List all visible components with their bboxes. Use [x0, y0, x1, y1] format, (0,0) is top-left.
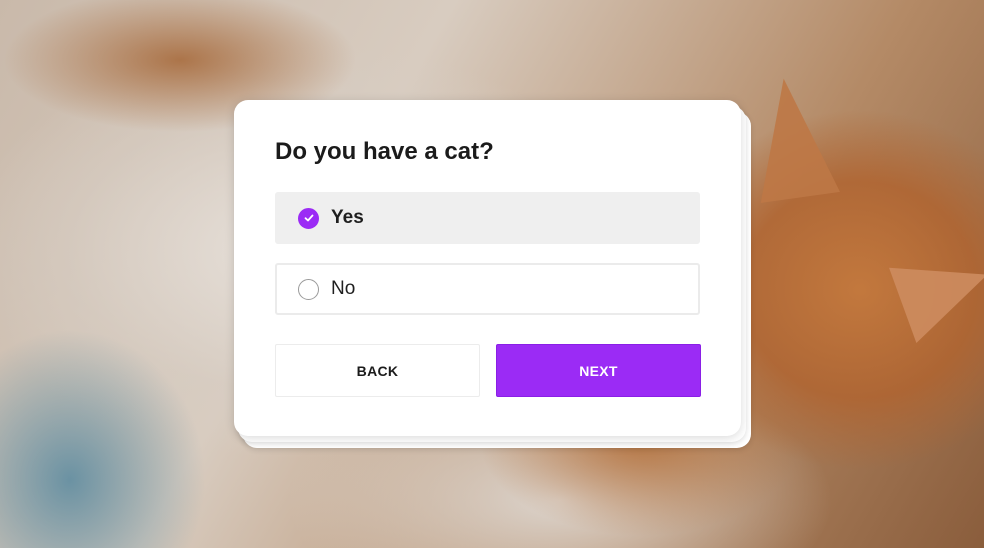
- option-yes[interactable]: Yes: [275, 192, 700, 244]
- option-no[interactable]: No: [275, 263, 700, 315]
- option-label-yes: Yes: [331, 207, 364, 228]
- quiz-card: Do you have a cat? Yes No BACK NEXT: [234, 100, 741, 436]
- question-title: Do you have a cat?: [275, 138, 494, 165]
- radio-unchecked[interactable]: [298, 278, 319, 300]
- radio-checked[interactable]: [298, 207, 319, 229]
- option-label-no: No: [331, 278, 356, 299]
- cat-ear-shape: [744, 73, 840, 203]
- next-button[interactable]: NEXT: [496, 344, 701, 397]
- back-button[interactable]: BACK: [275, 344, 480, 397]
- cat-ear-shape-right: [889, 237, 984, 343]
- check-icon: [304, 214, 313, 222]
